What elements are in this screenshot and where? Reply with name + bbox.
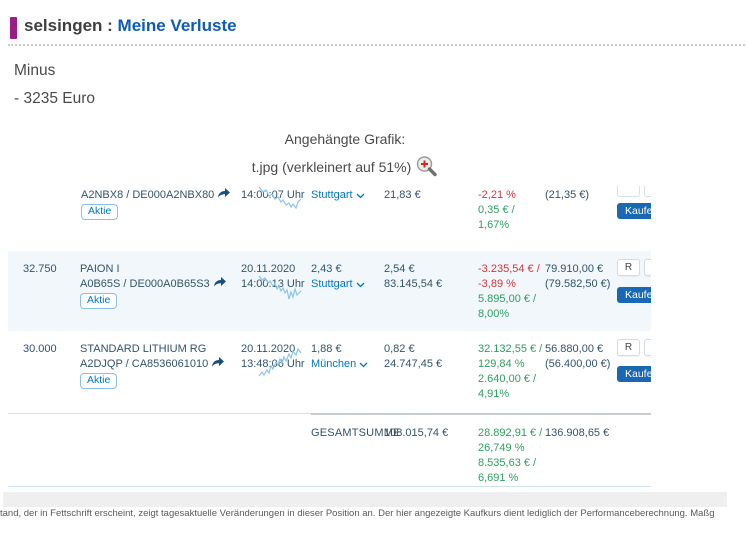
title-separator: : xyxy=(102,16,118,35)
disclaimer-footnote: tand, der in Fettschrift erscheint, zeig… xyxy=(0,508,715,519)
exchange-select[interactable]: Stuttgart xyxy=(311,277,365,292)
share-arrow-icon[interactable] xyxy=(211,357,225,368)
summary-perf-line: 8.535,63 € / xyxy=(478,457,537,469)
current-price: 1,88 € xyxy=(311,343,342,355)
summary-perf-line: 6,691 % xyxy=(478,472,519,484)
author-name: selsingen xyxy=(24,16,103,35)
sparkline[interactable] xyxy=(258,184,302,214)
position-value: 79.910,00 € xyxy=(545,263,604,275)
security-code: A2NBX8 / DE000A2NBX80 xyxy=(81,188,231,203)
thread-accent-marker xyxy=(10,17,17,39)
dotted-separator xyxy=(8,44,745,46)
security-code: A2DJQP / CA8536061010 xyxy=(80,357,225,372)
attached-image-depot-table[interactable]: A2NBX8 / DE000A2NBX80 Aktie 14:00:07 Uhr… xyxy=(0,178,735,528)
attachment-filename-row: t.jpg (verkleinert auf 51%) xyxy=(0,155,690,178)
cut-button-fragment[interactable] xyxy=(644,339,651,356)
chevron-down-icon xyxy=(356,282,365,288)
summary-bottom-border xyxy=(8,486,651,487)
summary-perf-line: 28.892,91 € / xyxy=(478,427,543,439)
security-name: STANDARD LITHIUM RG xyxy=(80,343,207,355)
wkn-isin: A2DJQP / CA8536061010 xyxy=(80,358,209,370)
buy-price: 2,54 € xyxy=(384,263,415,275)
current-price: 2,43 € xyxy=(311,263,342,275)
sparkline[interactable] xyxy=(258,346,302,382)
perf-line: -2,21 % xyxy=(478,189,516,201)
summary-buy-total: 108.015,74 € xyxy=(384,427,449,439)
perf-line: 5.895,00 € / xyxy=(478,293,537,305)
perf-line: -3,89 % xyxy=(478,278,516,290)
post-text-line1: Minus xyxy=(14,62,56,79)
perf-line: -3.235,54 € / xyxy=(478,263,540,275)
position-value-prev: (79.582,50 €) xyxy=(545,278,611,290)
perf-line: 32.132,55 € / xyxy=(478,343,543,355)
chevron-down-icon xyxy=(356,193,365,199)
cut-button-fragment[interactable] xyxy=(644,186,651,197)
cut-button-fragment[interactable] xyxy=(617,186,640,197)
chevron-down-icon xyxy=(359,362,368,368)
quantity: 32.750 xyxy=(23,263,57,275)
wkn-isin: A2NBX8 / DE000A2NBX80 xyxy=(81,189,215,201)
cut-button-fragment[interactable] xyxy=(644,259,651,276)
quantity: 30.000 xyxy=(23,343,57,355)
instrument-type-badge: Aktie xyxy=(80,373,118,389)
buy-total: 24.747,45 € xyxy=(384,358,443,370)
instrument-type-badge: Aktie xyxy=(80,293,118,309)
exchange-name: München xyxy=(311,358,357,370)
position-value: (21,35 €) xyxy=(545,189,590,201)
perf-line: 4,91% xyxy=(478,388,510,400)
share-arrow-icon[interactable] xyxy=(213,277,226,288)
position-value-prev: (56.400,00 €) xyxy=(545,358,611,370)
perf-line: 0,35 € / xyxy=(478,204,515,216)
attachment-label: Angehängte Grafik: xyxy=(284,131,406,147)
summary-perf-line: 26,749 % xyxy=(478,442,525,454)
perf-line: 129,84 % xyxy=(478,358,525,370)
summary-value-total: 136.908,65 € xyxy=(545,427,610,439)
image-footer-strip xyxy=(3,492,727,507)
realtime-button[interactable]: R xyxy=(617,259,640,276)
magnifier-plus-icon[interactable] xyxy=(415,155,438,178)
security-code: A0B65S / DE000A0B65S3 xyxy=(80,277,226,292)
buy-price: 21,83 € xyxy=(384,189,421,201)
sparkline[interactable] xyxy=(258,272,302,304)
exchange-select[interactable]: Stuttgart xyxy=(311,188,365,203)
position-value: 56.880,00 € xyxy=(545,343,604,355)
perf-line: 1,67% xyxy=(478,219,510,231)
instrument-type-badge: Aktie xyxy=(81,204,119,220)
buy-button[interactable]: Kaufen xyxy=(617,366,651,382)
exchange-name: Stuttgart xyxy=(311,189,353,201)
post-header: selsingen : Meine Verluste xyxy=(0,0,747,46)
security-name: PAION I xyxy=(80,263,120,275)
buy-button[interactable]: Kaufen xyxy=(617,287,651,303)
exchange-select[interactable]: München xyxy=(311,357,368,372)
table-clip-area: A2NBX8 / DE000A2NBX80 Aktie 14:00:07 Uhr… xyxy=(0,178,651,528)
post-title: selsingen : Meine Verluste xyxy=(24,16,237,36)
buy-price: 0,82 € xyxy=(384,343,415,355)
post-text-line2: - 3235 Euro xyxy=(14,90,95,107)
summary-top-border xyxy=(8,413,311,414)
exchange-name: Stuttgart xyxy=(311,278,353,290)
buy-button[interactable]: Kaufen xyxy=(617,203,651,219)
thread-title-link[interactable]: Meine Verluste xyxy=(118,16,237,35)
realtime-button[interactable]: R xyxy=(617,339,640,356)
buy-total: 83.145,54 € xyxy=(384,278,443,290)
wkn-isin: A0B65S / DE000A0B65S3 xyxy=(80,278,210,290)
summary-top-border-dark xyxy=(311,413,651,415)
attachment-filename: t.jpg (verkleinert auf 51%) xyxy=(251,159,412,175)
perf-line: 8,00% xyxy=(478,308,510,320)
share-arrow-icon[interactable] xyxy=(217,188,231,199)
perf-line: 2.640,00 € / xyxy=(478,373,537,385)
